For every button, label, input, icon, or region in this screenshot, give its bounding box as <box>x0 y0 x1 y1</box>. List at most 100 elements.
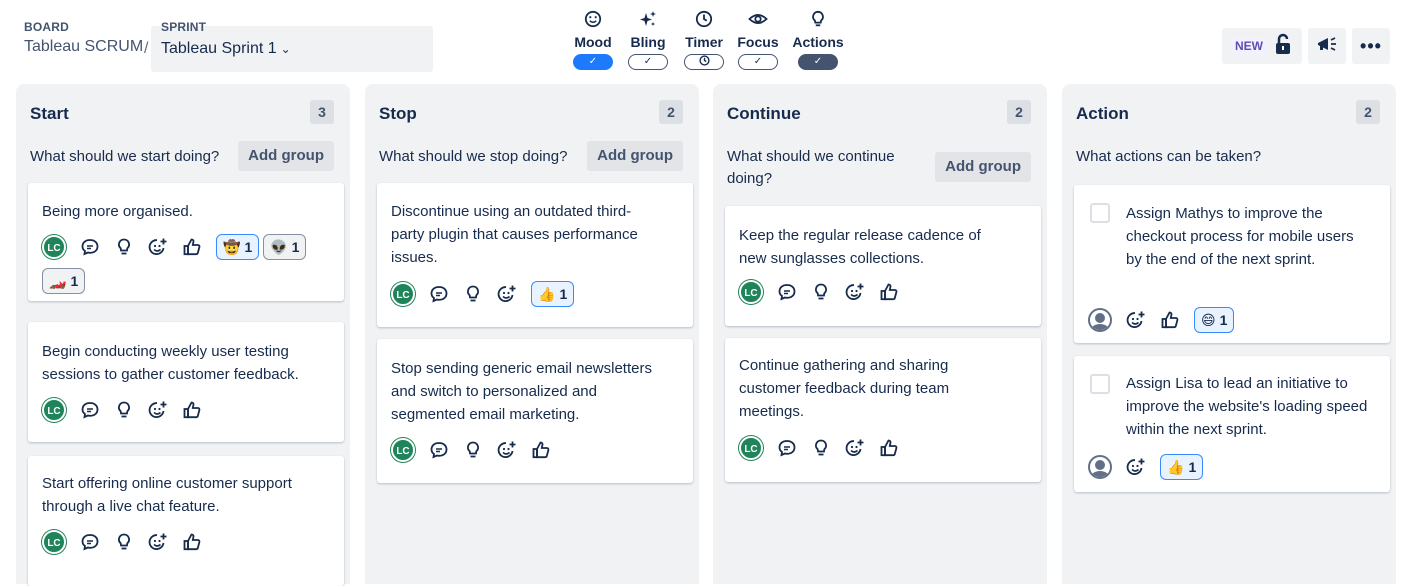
breadcrumb-board[interactable]: BOARD Tableau SCRUM <box>24 20 143 56</box>
thumbs-up-icon[interactable] <box>879 281 899 303</box>
card-text[interactable]: Keep the regular release cadence of new … <box>739 224 1009 270</box>
reaction-chip[interactable]: 🏎️ 1 <box>42 268 86 294</box>
card-text[interactable]: Discontinue using an outdated third-part… <box>391 200 661 269</box>
card-actions: LC 🤠 1 👽 1 <box>42 234 310 260</box>
actions-toggle[interactable]: ✓ <box>798 54 838 70</box>
race-car-emoji-icon: 🏎️ <box>49 272 67 289</box>
focus-toggle[interactable]: ✓ <box>738 54 778 70</box>
add-reaction-icon[interactable] <box>148 531 168 553</box>
thumbs-up-icon[interactable] <box>1160 309 1180 331</box>
comment-icon[interactable] <box>429 283 449 305</box>
tool-label: Mood <box>574 34 612 50</box>
retro-card[interactable]: Continue gathering and sharing customer … <box>725 338 1041 482</box>
action-checkbox[interactable] <box>1090 374 1110 394</box>
lock-board-button[interactable]: NEW <box>1222 28 1302 64</box>
add-group-button[interactable]: Add group <box>238 141 334 171</box>
tool-mood[interactable]: Mood ✓ <box>570 10 616 70</box>
add-reaction-icon[interactable] <box>1126 456 1146 478</box>
tool-focus[interactable]: Focus ✓ <box>736 10 780 70</box>
reaction-chip[interactable]: 😄 1 <box>1194 307 1235 333</box>
card-actions: 😄 1 <box>1088 307 1238 333</box>
action-checkbox[interactable] <box>1090 203 1110 223</box>
add-reaction-icon[interactable] <box>497 283 517 305</box>
timer-toggle[interactable] <box>684 54 724 70</box>
avatar[interactable]: LC <box>42 398 66 422</box>
retro-board: Start 3 What should we start doing? Add … <box>0 84 1402 586</box>
lightbulb-icon[interactable] <box>114 531 134 553</box>
tool-timer[interactable]: Timer <box>681 10 727 70</box>
column-prompt: What should we continue doing? <box>727 148 895 187</box>
comment-icon[interactable] <box>777 281 797 303</box>
action-card[interactable]: Assign Mathys to improve the checkout pr… <box>1074 185 1390 343</box>
card-text[interactable]: Begin conducting weekly user testing ses… <box>42 340 332 386</box>
add-reaction-icon[interactable] <box>1126 309 1146 331</box>
thumbs-up-icon[interactable] <box>531 439 551 461</box>
avatar[interactable]: LC <box>391 282 415 306</box>
thumbs-up-icon[interactable] <box>182 531 202 553</box>
chevron-down-icon: ⌄ <box>280 42 291 56</box>
reaction-chip[interactable]: 🤠 1 <box>216 234 260 260</box>
bling-toggle[interactable]: ✓ <box>628 54 668 70</box>
card-text[interactable]: Continue gathering and sharing customer … <box>739 354 1009 423</box>
retro-card[interactable]: Discontinue using an outdated third-part… <box>377 183 693 327</box>
lightbulb-icon[interactable] <box>114 236 134 258</box>
card-actions: LC 👍 1 <box>391 281 578 307</box>
card-text[interactable]: Start offering online customer support t… <box>42 472 332 518</box>
reaction-chip[interactable]: 👍 1 <box>1160 454 1204 480</box>
avatar[interactable]: LC <box>391 438 415 462</box>
thumbs-up-icon[interactable] <box>182 399 202 421</box>
unassigned-avatar-icon[interactable] <box>1088 308 1112 332</box>
add-reaction-icon[interactable] <box>845 281 865 303</box>
unassigned-avatar-icon[interactable] <box>1088 455 1112 479</box>
reaction-chip[interactable]: 👽 1 <box>263 234 307 260</box>
tool-label: Timer <box>685 34 723 50</box>
card-text[interactable]: Assign Lisa to lead an initiative to imp… <box>1126 372 1371 441</box>
add-reaction-icon[interactable] <box>845 437 865 459</box>
retro-card[interactable]: Keep the regular release cadence of new … <box>725 206 1041 326</box>
card-text[interactable]: Stop sending generic email newsletters a… <box>391 357 675 426</box>
card-actions: LC <box>739 280 913 304</box>
board-name[interactable]: Tableau SCRUM <box>24 38 143 56</box>
avatar[interactable]: LC <box>42 235 66 259</box>
tool-actions[interactable]: Actions ✓ <box>792 10 844 70</box>
lightbulb-icon[interactable] <box>114 399 134 421</box>
comment-icon[interactable] <box>429 439 449 461</box>
card-actions: LC <box>739 436 913 460</box>
add-reaction-icon[interactable] <box>148 399 168 421</box>
more-options-button[interactable]: ••• <box>1352 28 1390 64</box>
column-title: Start <box>30 104 69 123</box>
comment-icon[interactable] <box>80 399 100 421</box>
avatar[interactable]: LC <box>739 436 763 460</box>
add-reaction-icon[interactable] <box>497 439 517 461</box>
card-text[interactable]: Being more organised. <box>42 200 332 223</box>
comment-icon[interactable] <box>777 437 797 459</box>
add-group-button[interactable]: Add group <box>587 141 683 171</box>
mood-toggle[interactable]: ✓ <box>573 54 613 70</box>
comment-icon[interactable] <box>80 236 100 258</box>
lightbulb-icon[interactable] <box>463 439 483 461</box>
alien-emoji-icon: 👽 <box>270 238 288 255</box>
add-reaction-icon[interactable] <box>148 236 168 258</box>
sprint-selector[interactable]: SPRINT Tableau Sprint 1 ⌄ <box>151 20 433 72</box>
tool-bling[interactable]: Bling ✓ <box>626 10 670 70</box>
retro-card[interactable]: Begin conducting weekly user testing ses… <box>28 322 344 442</box>
card-text[interactable]: Assign Mathys to improve the checkout pr… <box>1126 202 1366 271</box>
thumbs-up-icon[interactable] <box>182 236 202 258</box>
avatar[interactable]: LC <box>42 530 66 554</box>
lightbulb-icon[interactable] <box>463 283 483 305</box>
thumbs-up-icon[interactable] <box>879 437 899 459</box>
add-group-button[interactable]: Add group <box>935 152 1031 182</box>
cowboy-emoji-icon: 🤠 <box>223 238 241 255</box>
tool-label: Bling <box>630 34 666 50</box>
retro-card[interactable]: Start offering online customer support t… <box>28 456 344 586</box>
lightbulb-icon[interactable] <box>811 437 831 459</box>
lightbulb-icon[interactable] <box>811 281 831 303</box>
sprint-select-value[interactable]: Tableau Sprint 1 ⌄ <box>161 40 291 58</box>
retro-card[interactable]: Being more organised. LC 🤠 1 👽 1 🏎️ 1 <box>28 183 344 301</box>
action-card[interactable]: Assign Lisa to lead an initiative to imp… <box>1074 356 1390 492</box>
retro-card[interactable]: Stop sending generic email newsletters a… <box>377 339 693 483</box>
reaction-chip[interactable]: 👍 1 <box>531 281 575 307</box>
comment-icon[interactable] <box>80 531 100 553</box>
avatar[interactable]: LC <box>739 280 763 304</box>
announcement-button[interactable] <box>1308 28 1346 64</box>
